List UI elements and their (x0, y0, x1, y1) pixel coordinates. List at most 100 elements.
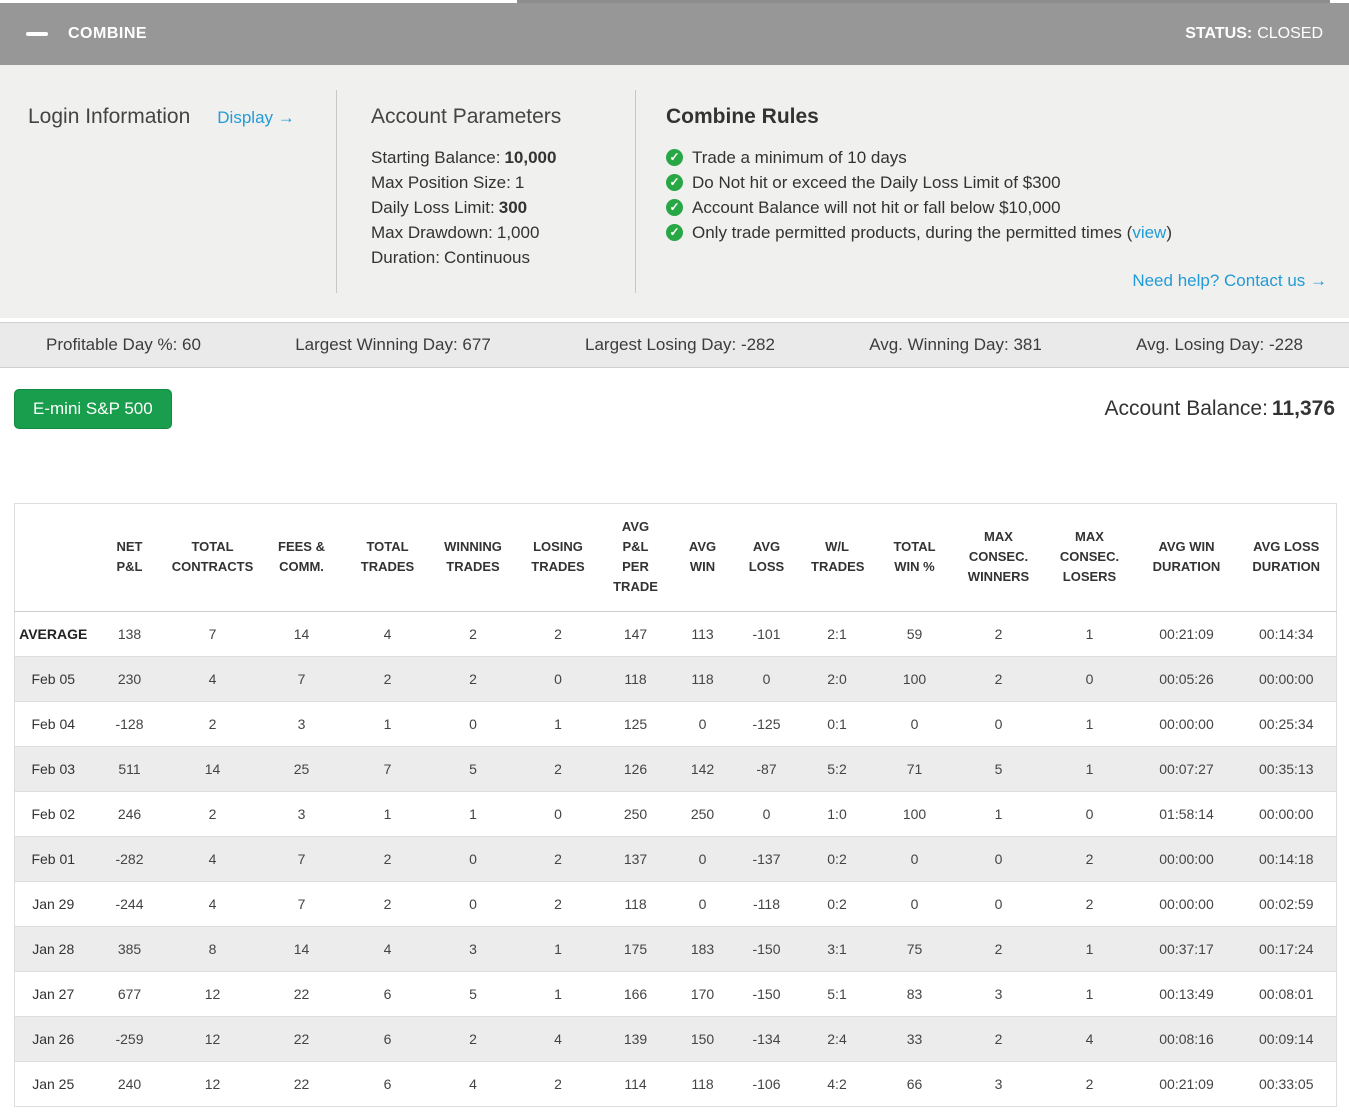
table-cell: 1 (516, 700, 600, 747)
contact-us-link[interactable]: Need help? Contact us → (1132, 271, 1327, 290)
table-cell: 113 (671, 610, 734, 657)
table-cell: 00:09:14 (1236, 1015, 1337, 1062)
table-cell: 5 (429, 970, 517, 1017)
table-cell: 0 (733, 655, 800, 702)
table-cell: 0 (1042, 790, 1137, 837)
row-label: Jan 27 (14, 970, 92, 1017)
top-edge (0, 0, 1349, 3)
table-cell: 1 (516, 970, 600, 1017)
table-cell: 183 (671, 925, 734, 972)
parameter-value: 300 (498, 198, 528, 217)
table-cell: 14 (167, 745, 258, 792)
row-label: AVERAGE (14, 610, 92, 657)
table-cell: 125 (599, 700, 672, 747)
table-cell: 0 (429, 700, 517, 747)
table-cell: 0 (733, 790, 800, 837)
table-cell: 137 (599, 835, 672, 882)
table-cell: 6 (345, 1015, 430, 1062)
table-cell: 100 (874, 790, 955, 837)
view-link[interactable]: view (1132, 220, 1166, 245)
table-cell: 2 (345, 835, 430, 882)
table-cell: 118 (671, 655, 734, 702)
table-cell: 3 (429, 925, 517, 972)
table-cell: 142 (671, 745, 734, 792)
table-cell: 100 (874, 655, 955, 702)
table-cell: 00:25:34 (1236, 700, 1337, 747)
table-cell: 0:1 (799, 700, 875, 747)
stat-item: Avg. Winning Day: 381 (869, 335, 1042, 354)
table-cell: 1 (516, 925, 600, 972)
product-button[interactable]: E-mini S&P 500 (14, 389, 172, 429)
table-cell: -150 (733, 970, 800, 1017)
check-icon: ✓ (666, 199, 683, 216)
table-cell: 246 (91, 790, 168, 837)
table-cell: 1 (1042, 745, 1137, 792)
table-cell: -118 (733, 880, 800, 927)
parameter-label: Duration: (371, 248, 440, 267)
table-cell: 5 (954, 745, 1043, 792)
table-row: Feb 05 230 4 7 2 2 0 118 118 0 2:0 100 2 0 00:05:26 00:… (14, 655, 1337, 702)
minimize-icon[interactable] (26, 32, 48, 36)
table-cell: 2 (167, 790, 258, 837)
column-header-text: TOTAL TRADES (360, 539, 415, 575)
table-cell: 00:00:00 (1136, 880, 1237, 927)
table-cell: 2:1 (799, 610, 875, 657)
column-header-text: WINNING TRADES (444, 539, 502, 575)
table-cell: 0:2 (799, 835, 875, 882)
column-header-text: W/L TRADES (811, 539, 865, 575)
table-cell: 22 (257, 970, 346, 1017)
column-header-text: MAX CONSEC. WINNERS (967, 529, 1030, 585)
table-cell: 83 (874, 970, 955, 1017)
table-cell: 2 (954, 1015, 1043, 1062)
table-row: Feb 04 -128 2 3 1 0 1 125 0 -125 0:1 0 0 1 00:00:00 00:… (14, 700, 1337, 747)
table-cell: -282 (91, 835, 168, 882)
table-cell: 4 (429, 1060, 517, 1107)
table-cell: 2 (516, 1060, 600, 1107)
table-cell: 00:13:49 (1136, 970, 1237, 1017)
parameter-value: 10,000 (504, 148, 557, 167)
status-value: CLOSED (1257, 25, 1323, 42)
table-cell: 677 (91, 970, 168, 1017)
column-header: TOTAL CONTRACTS (167, 503, 258, 612)
column-header: AVG LOSS DURATION (1236, 503, 1337, 612)
parameter-value: 1,000 (496, 223, 540, 242)
table-cell: 00:00:00 (1236, 790, 1337, 837)
table-cell: 166 (599, 970, 672, 1017)
table-cell: 0 (874, 880, 955, 927)
daily-stats-bar: Profitable Day %: 60 Largest Winning Day:… (0, 322, 1349, 368)
display-link[interactable]: Display → (217, 108, 294, 128)
parameter-value: Continuous (443, 248, 530, 267)
table-cell: 250 (671, 790, 734, 837)
column-header: TOTAL TRADES (345, 503, 430, 612)
account-parameter-item: Max Drawdown: 1,000 (371, 220, 635, 245)
column-header: AVG P&L PER TRADE (599, 503, 672, 612)
top-edge-notch (517, 0, 1330, 3)
check-icon: ✓ (666, 224, 683, 241)
table-cell: 7 (257, 835, 346, 882)
column-header-text: FEES & COMM. (278, 539, 325, 575)
table-cell: 1 (1042, 700, 1137, 747)
table-cell: 8 (167, 925, 258, 972)
table-row: Jan 25 240 12 22 6 4 2 114 118 -106 4:2 66 3 2 00:21:0… (14, 1060, 1337, 1107)
table-cell: 00:02:59 (1236, 880, 1337, 927)
table-cell: 00:33:05 (1236, 1060, 1337, 1107)
table-row: AVERAGE 138 7 14 4 2 2 147 113 -101 2:1 59 2 1 00:21:0… (14, 610, 1337, 657)
table-cell: 2 (345, 880, 430, 927)
stat-item: Largest Losing Day: -282 (585, 335, 775, 354)
row-label: Feb 05 (14, 655, 92, 702)
column-header: W/L TRADES (799, 503, 875, 612)
row-label: Feb 03 (14, 745, 92, 792)
table-cell: 0 (954, 700, 1043, 747)
rule-text: Account Balance will not hit or fall bel… (692, 198, 1061, 217)
column-header-text: TOTAL WIN % (893, 539, 936, 575)
rule-text: Trade a minimum of 10 days (692, 148, 907, 167)
table-cell: 5:1 (799, 970, 875, 1017)
table-cell: 1 (954, 790, 1043, 837)
table-cell: 2 (954, 610, 1043, 657)
status-badge: STATUS: CLOSED (1185, 25, 1323, 43)
stat-item: Profitable Day %: 60 (46, 335, 201, 354)
table-cell: 00:17:24 (1236, 925, 1337, 972)
row-label: Jan 28 (14, 925, 92, 972)
account-row: E-mini S&P 500 Account Balance: 11,376 (0, 368, 1349, 429)
account-parameter-item: Starting Balance: 10,000 (371, 145, 635, 170)
